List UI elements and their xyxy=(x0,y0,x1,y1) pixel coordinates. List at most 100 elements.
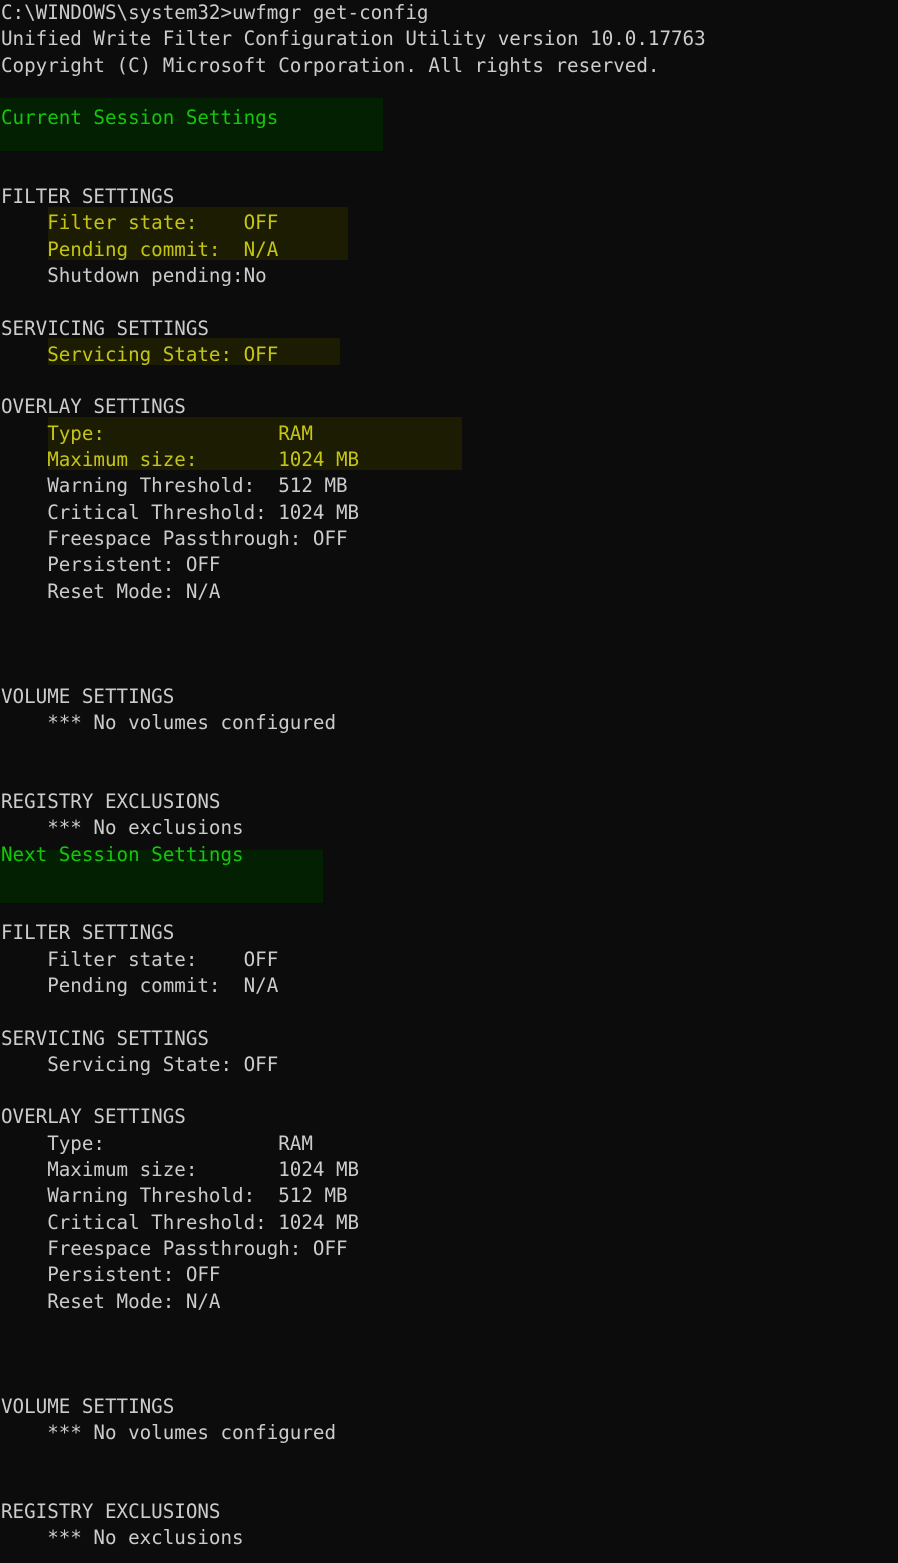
blank-line xyxy=(0,894,898,920)
next-session-heading-text: Next Session Settings xyxy=(1,843,244,866)
banner-copyright-text: Copyright (C) Microsoft Corporation. All… xyxy=(1,54,659,77)
current-session-heading: Current Session Settings xyxy=(0,105,898,131)
next-overlay-resetmode-row-text: Reset Mode: N/A xyxy=(1,1290,221,1313)
current-overlay-row: Warning Threshold: 512 MB xyxy=(0,473,898,499)
next-overlay-row: Critical Threshold: 1024 MB xyxy=(0,1210,898,1236)
current-servicing-row: Servicing State: OFF xyxy=(0,342,898,368)
current-overlay-row: Critical Threshold: 1024 MB xyxy=(0,500,898,526)
next-overlay-warning-row-text: Warning Threshold: 512 MB xyxy=(1,1184,348,1207)
next-volume-row: *** No volumes configured xyxy=(0,1420,898,1446)
next-overlay-row: Type: RAM xyxy=(0,1131,898,1157)
next-registry-heading: REGISTRY EXCLUSIONS xyxy=(0,1499,898,1525)
next-overlay-row: Maximum size: 1024 MB xyxy=(0,1157,898,1183)
next-volume-heading-text: VOLUME SETTINGS xyxy=(1,1395,174,1418)
current-overlay-maxsize-row-text: Maximum size: 1024 MB xyxy=(1,448,359,471)
current-overlay-freespace-row-text: Freespace Passthrough: OFF xyxy=(1,527,348,550)
current-no-volumes-text: *** No volumes configured xyxy=(1,711,336,734)
next-servicing-heading: SERVICING SETTINGS xyxy=(0,1026,898,1052)
blank-line xyxy=(0,605,898,631)
blank-line xyxy=(0,131,898,157)
current-overlay-warning-row-text: Warning Threshold: 512 MB xyxy=(1,474,348,497)
current-registry-heading: REGISTRY EXCLUSIONS xyxy=(0,789,898,815)
next-overlay-row: Warning Threshold: 512 MB xyxy=(0,1183,898,1209)
current-overlay-row: Maximum size: 1024 MB xyxy=(0,447,898,473)
current-overlay-persistent-row-text: Persistent: OFF xyxy=(1,553,221,576)
next-filter-heading: FILTER SETTINGS xyxy=(0,920,898,946)
blank-line xyxy=(0,1367,898,1393)
next-overlay-critical-row-text: Critical Threshold: 1024 MB xyxy=(1,1211,359,1234)
blank-line xyxy=(0,868,898,894)
next-overlay-row: Persistent: OFF xyxy=(0,1262,898,1288)
current-overlay-row: Freespace Passthrough: OFF xyxy=(0,526,898,552)
current-overlay-resetmode-row-text: Reset Mode: N/A xyxy=(1,580,221,603)
next-filter-row: Filter state: OFF xyxy=(0,947,898,973)
current-overlay-type-row-text: Type: RAM xyxy=(1,422,313,445)
current-registry-row: *** No exclusions xyxy=(0,815,898,841)
blank-line xyxy=(0,289,898,315)
current-filter-heading: FILTER SETTINGS xyxy=(0,184,898,210)
current-overlay-heading-text: OVERLAY SETTINGS xyxy=(1,395,186,418)
blank-line xyxy=(0,79,898,105)
current-filter-row: Pending commit: N/A xyxy=(0,237,898,263)
next-overlay-heading: OVERLAY SETTINGS xyxy=(0,1104,898,1130)
blank-line xyxy=(0,158,898,184)
current-pending-commit-row-text: Pending commit: N/A xyxy=(1,238,278,261)
prompt-text: C:\WINDOWS\system32>uwfmgr get-config xyxy=(1,1,428,24)
terminal-console[interactable]: C:\WINDOWS\system32>uwfmgr get-config Un… xyxy=(0,0,898,1563)
next-no-exclusions-text: *** No exclusions xyxy=(1,1526,244,1549)
current-overlay-heading: OVERLAY SETTINGS xyxy=(0,394,898,420)
current-filter-state-row-text: Filter state: OFF xyxy=(1,211,278,234)
blank-line xyxy=(0,736,898,762)
current-servicing-state-row-text: Servicing State: OFF xyxy=(1,343,278,366)
next-overlay-maxsize-row-text: Maximum size: 1024 MB xyxy=(1,1158,359,1181)
blank-line xyxy=(0,368,898,394)
current-filter-row: Filter state: OFF xyxy=(0,210,898,236)
banner-version-text: Unified Write Filter Configuration Utili… xyxy=(1,27,706,50)
next-overlay-type-row-text: Type: RAM xyxy=(1,1132,313,1155)
prompt-line: C:\WINDOWS\system32>uwfmgr get-config xyxy=(0,0,898,26)
next-overlay-row: Freespace Passthrough: OFF xyxy=(0,1236,898,1262)
current-volume-heading-text: VOLUME SETTINGS xyxy=(1,685,174,708)
current-servicing-heading-text: SERVICING SETTINGS xyxy=(1,317,209,340)
current-overlay-row: Persistent: OFF xyxy=(0,552,898,578)
banner-line-2: Copyright (C) Microsoft Corporation. All… xyxy=(0,53,898,79)
current-filter-row: Shutdown pending:No xyxy=(0,263,898,289)
blank-line xyxy=(0,1446,898,1472)
next-session-heading: Next Session Settings xyxy=(0,842,898,868)
next-volume-heading: VOLUME SETTINGS xyxy=(0,1394,898,1420)
blank-line xyxy=(0,631,898,657)
blank-line xyxy=(0,1078,898,1104)
current-overlay-row: Type: RAM xyxy=(0,421,898,447)
next-filter-row: Pending commit: N/A xyxy=(0,973,898,999)
next-no-volumes-text: *** No volumes configured xyxy=(1,1421,336,1444)
banner-line-1: Unified Write Filter Configuration Utili… xyxy=(0,26,898,52)
blank-line xyxy=(0,1315,898,1341)
next-registry-heading-text: REGISTRY EXCLUSIONS xyxy=(1,1500,221,1523)
current-registry-heading-text: REGISTRY EXCLUSIONS xyxy=(1,790,221,813)
next-servicing-state-row-text: Servicing State: OFF xyxy=(1,1053,278,1076)
next-filter-heading-text: FILTER SETTINGS xyxy=(1,921,174,944)
next-filter-state-row-text: Filter state: OFF xyxy=(1,948,278,971)
current-no-exclusions-text: *** No exclusions xyxy=(1,816,244,839)
blank-line xyxy=(0,1473,898,1499)
next-registry-row: *** No exclusions xyxy=(0,1525,898,1551)
current-overlay-critical-row-text: Critical Threshold: 1024 MB xyxy=(1,501,359,524)
blank-line xyxy=(0,657,898,683)
next-pending-commit-row-text: Pending commit: N/A xyxy=(1,974,278,997)
current-filter-heading-text: FILTER SETTINGS xyxy=(1,185,174,208)
blank-line xyxy=(0,1341,898,1367)
next-servicing-heading-text: SERVICING SETTINGS xyxy=(1,1027,209,1050)
current-shutdown-pending-row-text: Shutdown pending:No xyxy=(1,264,267,287)
current-volume-heading: VOLUME SETTINGS xyxy=(0,684,898,710)
next-overlay-persistent-row-text: Persistent: OFF xyxy=(1,1263,221,1286)
next-overlay-row: Reset Mode: N/A xyxy=(0,1289,898,1315)
blank-line xyxy=(0,763,898,789)
next-overlay-freespace-row-text: Freespace Passthrough: OFF xyxy=(1,1237,348,1260)
current-overlay-row: Reset Mode: N/A xyxy=(0,579,898,605)
next-servicing-row: Servicing State: OFF xyxy=(0,1052,898,1078)
current-session-heading-text: Current Session Settings xyxy=(1,106,278,129)
blank-line xyxy=(0,999,898,1025)
current-volume-row: *** No volumes configured xyxy=(0,710,898,736)
next-overlay-heading-text: OVERLAY SETTINGS xyxy=(1,1105,186,1128)
current-servicing-heading: SERVICING SETTINGS xyxy=(0,316,898,342)
